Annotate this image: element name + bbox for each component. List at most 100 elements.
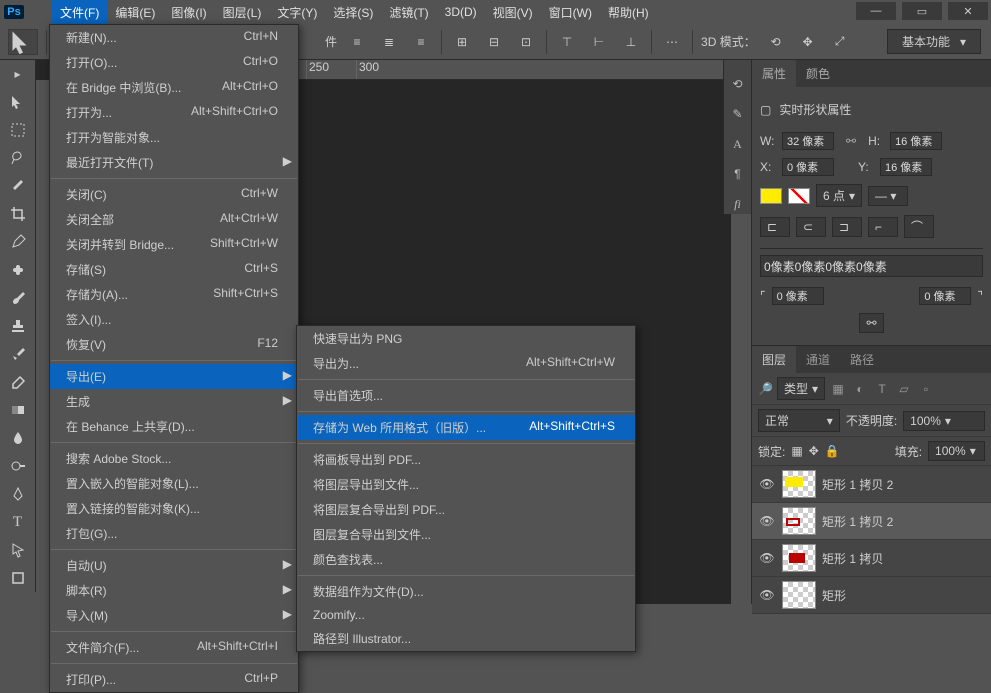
filter-type-icon[interactable]: T	[873, 382, 891, 396]
gradient-tool[interactable]	[0, 396, 35, 424]
wand-tool[interactable]	[0, 172, 35, 200]
type-tool[interactable]: T	[0, 508, 35, 536]
heal-tool[interactable]	[0, 256, 35, 284]
tab-color[interactable]: 颜色	[796, 60, 840, 87]
blur-tool[interactable]	[0, 424, 35, 452]
link-corners-icon[interactable]: ⚯	[859, 313, 883, 333]
link-wh-icon[interactable]: ⚯	[840, 134, 862, 148]
menu-filter[interactable]: 滤镜(T)	[381, 0, 436, 25]
menu-item[interactable]: 关闭(C)Ctrl+W	[50, 182, 298, 207]
align-center-icon[interactable]: ≣	[377, 30, 401, 54]
padding-summary[interactable]	[760, 255, 983, 277]
menu-3d[interactable]: 3D(D)	[437, 1, 485, 23]
layer-name[interactable]: 矩形 1 拷贝	[822, 550, 883, 567]
menu-item[interactable]: 路径到 Illustrator...	[297, 626, 635, 651]
window-minimize[interactable]: —	[856, 2, 896, 20]
char-panel-icon[interactable]: A	[728, 134, 748, 154]
zoom3d-icon[interactable]: ⤢	[828, 30, 852, 54]
fill-value[interactable]: 100%▾	[928, 441, 985, 461]
menu-item[interactable]: 置入嵌入的智能对象(L)...	[50, 471, 298, 496]
brush-tool[interactable]	[0, 284, 35, 312]
layer-item[interactable]: 👁 矩形 1 拷贝 2	[752, 466, 991, 503]
menu-item[interactable]: 最近打开文件(T)▶	[50, 150, 298, 175]
menu-item[interactable]: 将图层导出到文件...	[297, 472, 635, 497]
align-top-icon[interactable]: ⊤	[555, 30, 579, 54]
menu-item[interactable]: 将图层复合导出到 PDF...	[297, 497, 635, 522]
brush-panel-icon[interactable]: ✎	[728, 104, 748, 124]
menu-item[interactable]: 在 Behance 上共享(D)...	[50, 414, 298, 439]
align-bot-icon[interactable]: ⊥	[619, 30, 643, 54]
menu-help[interactable]: 帮助(H)	[600, 0, 657, 25]
pan3d-icon[interactable]: ✥	[796, 30, 820, 54]
menu-item[interactable]: 图层复合导出到文件...	[297, 522, 635, 547]
stamp-tool[interactable]	[0, 312, 35, 340]
menu-item[interactable]: 颜色查找表...	[297, 547, 635, 572]
cap-round[interactable]: ⊂	[796, 217, 826, 237]
menu-item[interactable]: 恢复(V)F12	[50, 332, 298, 357]
layer-item[interactable]: 👁 矩形 1 拷贝	[752, 540, 991, 577]
menu-item[interactable]: 打印(P)...Ctrl+P	[50, 667, 298, 692]
history-brush-tool[interactable]	[0, 340, 35, 368]
corner-round[interactable]: ⌒	[904, 215, 934, 238]
window-close[interactable]: ✕	[948, 2, 988, 20]
visibility-icon[interactable]: 👁	[758, 477, 776, 491]
height-input[interactable]	[890, 132, 942, 150]
layer-name[interactable]: 矩形	[822, 587, 846, 604]
lasso-tool[interactable]	[0, 144, 35, 172]
marquee-tool[interactable]	[0, 116, 35, 144]
menu-item[interactable]: 导入(M)▶	[50, 603, 298, 628]
menu-window[interactable]: 窗口(W)	[541, 0, 600, 25]
menu-item[interactable]: 存储为 Web 所用格式（旧版）...Alt+Shift+Ctrl+S	[297, 415, 635, 440]
align-right-icon[interactable]: ≡	[409, 30, 433, 54]
para-panel-icon[interactable]: ¶	[728, 164, 748, 184]
move-tool[interactable]	[0, 88, 35, 116]
menu-type[interactable]: 文字(Y)	[269, 0, 325, 25]
menu-item[interactable]: 打包(G)...	[50, 521, 298, 546]
window-restore[interactable]: ▭	[902, 2, 942, 20]
menu-select[interactable]: 选择(S)	[325, 0, 381, 25]
pad-tr[interactable]	[919, 287, 971, 305]
menu-item[interactable]: 将画板导出到 PDF...	[297, 447, 635, 472]
width-input[interactable]	[782, 132, 834, 150]
dist-v-icon[interactable]: ⊟	[482, 30, 506, 54]
menu-item[interactable]: 快速导出为 PNG	[297, 326, 635, 351]
align-mid-icon[interactable]: ⊢	[587, 30, 611, 54]
pen-tool[interactable]	[0, 480, 35, 508]
menu-file[interactable]: 文件(F)	[52, 0, 107, 25]
menu-item[interactable]: 关闭全部Alt+Ctrl+W	[50, 207, 298, 232]
search-icon[interactable]: 🔎	[758, 382, 773, 396]
visibility-icon[interactable]: 👁	[758, 551, 776, 565]
crop-tool[interactable]	[0, 200, 35, 228]
menu-item[interactable]: Zoomify...	[297, 604, 635, 626]
menu-view[interactable]: 视图(V)	[485, 0, 541, 25]
current-tool-preset[interactable]	[8, 29, 38, 55]
filter-shape-icon[interactable]: ▱	[895, 382, 913, 396]
menu-item[interactable]: 导出(E)▶	[50, 364, 298, 389]
cap-butt[interactable]: ⊏	[760, 217, 790, 237]
x-input[interactable]	[782, 158, 834, 176]
menu-item[interactable]: 导出为...Alt+Shift+Ctrl+W	[297, 351, 635, 376]
layer-name[interactable]: 矩形 1 拷贝 2	[822, 513, 893, 530]
stroke-width[interactable]: 6 点▾	[816, 184, 862, 207]
menu-item[interactable]: 新建(N)...Ctrl+N	[50, 25, 298, 50]
menu-edit[interactable]: 编辑(E)	[107, 0, 163, 25]
workspace-selector[interactable]: 基本功能▾	[887, 29, 981, 54]
kind-filter[interactable]: 类型▾	[777, 377, 825, 400]
menu-image[interactable]: 图像(I)	[163, 0, 214, 25]
menu-item[interactable]: 搜索 Adobe Stock...	[50, 446, 298, 471]
more-icon[interactable]: ⋯	[660, 30, 684, 54]
lock-pixel-icon[interactable]: ▦	[791, 444, 802, 458]
opacity-value[interactable]: 100%▾	[903, 411, 985, 431]
visibility-icon[interactable]: 👁	[758, 588, 776, 602]
lock-all-icon[interactable]: 🔒	[825, 444, 840, 458]
menu-item[interactable]: 脚本(R)▶	[50, 578, 298, 603]
menu-item[interactable]: 数据组作为文件(D)...	[297, 579, 635, 604]
corner-icon[interactable]: ⌐	[868, 217, 898, 237]
layer-item[interactable]: 👁 矩形 1 拷贝 2	[752, 503, 991, 540]
tab-properties[interactable]: 属性	[752, 60, 796, 87]
menu-item[interactable]: 存储为(A)...Shift+Ctrl+S	[50, 282, 298, 307]
glyph-panel-icon[interactable]: fi	[728, 194, 748, 214]
menu-item[interactable]: 打开(O)...Ctrl+O	[50, 50, 298, 75]
visibility-icon[interactable]: 👁	[758, 514, 776, 528]
eraser-tool[interactable]	[0, 368, 35, 396]
